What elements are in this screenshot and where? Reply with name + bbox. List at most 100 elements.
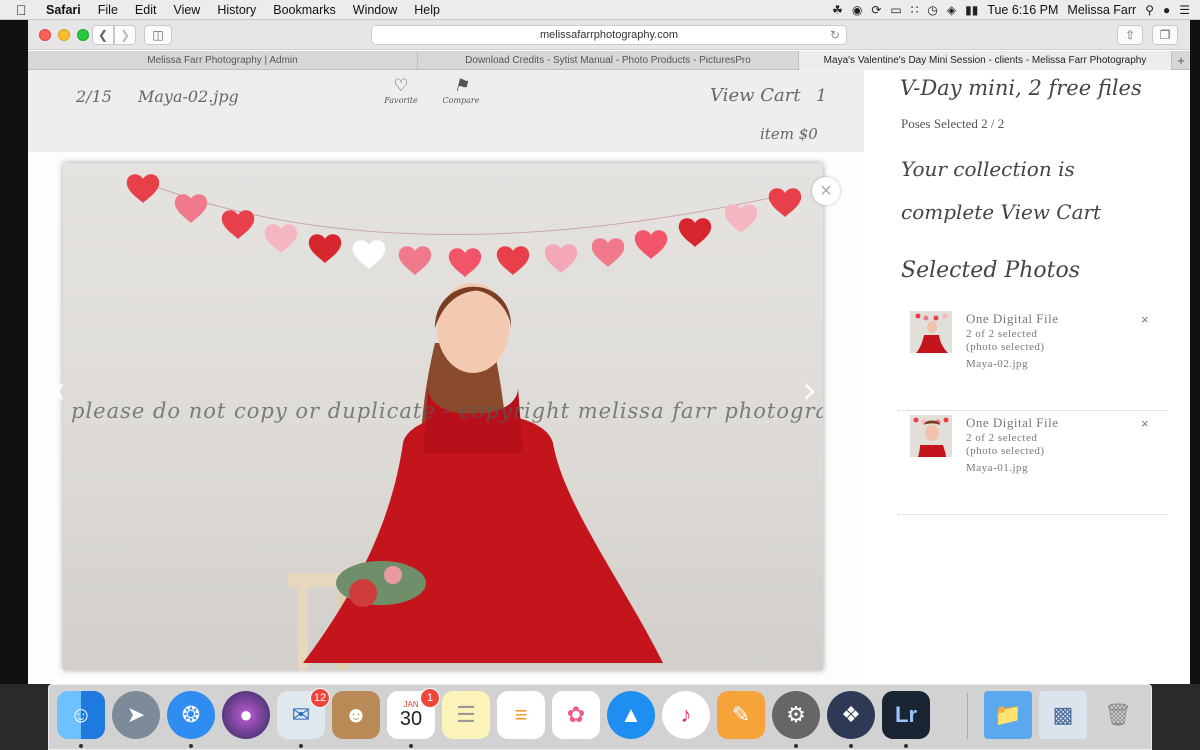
forward-button[interactable]: ❯ xyxy=(114,25,136,45)
photos-icon[interactable]: ✿ xyxy=(552,691,600,739)
lightroom-icon[interactable]: Lr xyxy=(882,691,930,739)
selected-photo-details: One Digital File 2 of 2 selected (photo … xyxy=(966,415,1059,474)
menu-edit[interactable]: Edit xyxy=(135,3,157,17)
share-icon: ⇧ xyxy=(1124,28,1136,42)
system-preferences-icon[interactable]: ⚙ xyxy=(772,691,820,739)
documents-stack-icon[interactable]: ▩ xyxy=(1039,691,1087,739)
chevron-right-icon: › xyxy=(802,368,818,412)
safari-icon[interactable]: ❂ xyxy=(167,691,215,739)
running-indicator xyxy=(189,744,193,748)
page-content: 2/15 Maya-02.jpg ♡ Favorite ⚑ Compare Vi… xyxy=(28,70,1190,684)
battery-icon[interactable]: ▮▮ xyxy=(965,3,978,17)
menu-view[interactable]: View xyxy=(173,3,200,17)
siri-icon[interactable]: ● xyxy=(1163,3,1170,17)
view-cart-link[interactable]: View Cart xyxy=(710,85,801,106)
remove-selection-button[interactable]: × xyxy=(1141,312,1149,327)
apple-menu-icon[interactable]:  xyxy=(16,2,34,18)
previous-photo-button[interactable]: ‹ xyxy=(51,368,66,412)
menubar-user[interactable]: Melissa Farr xyxy=(1067,3,1136,17)
menu-history[interactable]: History xyxy=(217,3,256,17)
finder-icon[interactable]: ☺ xyxy=(57,691,105,739)
folder-icon[interactable]: 📁 xyxy=(984,691,1032,739)
menu-file[interactable]: File xyxy=(98,3,118,17)
sidebar-icon: ◫ xyxy=(152,28,164,42)
poses-selected: Poses Selected 2 / 2 xyxy=(901,116,1005,131)
selection-count: 2 of 2 selected xyxy=(966,328,1038,340)
running-indicator xyxy=(904,744,908,748)
cart-count: 1 xyxy=(816,86,827,106)
share-button[interactable]: ⇧ xyxy=(1117,25,1143,45)
menu-bookmarks[interactable]: Bookmarks xyxy=(273,3,336,17)
launchpad-icon[interactable]: ➤ xyxy=(112,691,160,739)
evernote-icon[interactable]: ☘ xyxy=(832,3,843,17)
menu-bar:  Safari File Edit View History Bookmark… xyxy=(0,0,1200,20)
selected-photo-thumbnail[interactable] xyxy=(910,311,952,353)
next-photo-button[interactable]: › xyxy=(802,368,817,412)
running-indicator xyxy=(849,744,853,748)
address-bar[interactable]: melissafarrphotography.com ↻ xyxy=(371,25,847,45)
reload-icon[interactable]: ↻ xyxy=(830,28,840,42)
close-photo-button[interactable]: × xyxy=(812,177,840,205)
notification-center-icon[interactable]: ☰ xyxy=(1179,3,1190,17)
time-machine-icon[interactable]: ◷ xyxy=(927,3,937,17)
selection-count: 2 of 2 selected xyxy=(966,432,1038,444)
contacts-icon[interactable]: ☻ xyxy=(332,691,380,739)
siri-icon[interactable]: ● xyxy=(222,691,270,739)
close-window-button[interactable] xyxy=(39,29,51,41)
menu-safari[interactable]: Safari xyxy=(46,3,81,17)
pages-icon[interactable]: ✎ xyxy=(717,691,765,739)
menu-window[interactable]: Window xyxy=(353,3,397,17)
running-indicator xyxy=(794,744,798,748)
compare-button[interactable]: ⚑ Compare xyxy=(441,76,481,105)
sidebar-toggle-button[interactable]: ◫ xyxy=(144,25,172,45)
gallery-header: 2/15 Maya-02.jpg ♡ Favorite ⚑ Compare Vi… xyxy=(28,70,864,152)
chevron-right-icon: ❯ xyxy=(119,28,131,42)
creative-cloud-icon[interactable]: ◉ xyxy=(852,3,862,17)
trash-icon[interactable]: 🗑 xyxy=(1094,691,1142,739)
close-icon: × xyxy=(820,179,832,202)
running-indicator xyxy=(409,744,413,748)
grid-dots-icon[interactable]: ∷ xyxy=(911,3,919,17)
cart-item-total: item $0 xyxy=(760,125,818,143)
heart-icon: ♡ xyxy=(393,76,409,96)
browser-toolbar: ❮ ❯ ◫ melissafarrphotography.com ↻ ⇧ ❐ xyxy=(28,20,1190,50)
zoom-window-button[interactable] xyxy=(77,29,89,41)
aperture-icon[interactable]: ❖ xyxy=(827,691,875,739)
tab-valentines-session[interactable]: Maya's Valentine's Day Mini Session - cl… xyxy=(799,51,1172,70)
favorite-button[interactable]: ♡ Favorite xyxy=(381,76,421,105)
minimize-window-button[interactable] xyxy=(58,29,70,41)
tab-admin[interactable]: Melissa Farr Photography | Admin xyxy=(28,51,418,70)
spotlight-search-icon[interactable]: ⚲ xyxy=(1145,3,1154,17)
app-store-icon[interactable]: ▲ xyxy=(607,691,655,739)
remove-selection-button[interactable]: × xyxy=(1141,416,1149,431)
mail-icon[interactable]: ✉ 12 xyxy=(277,688,330,739)
chevron-left-icon: ❮ xyxy=(97,28,109,42)
calendar-icon[interactable]: JAN 30 1 xyxy=(387,688,440,739)
new-tab-button[interactable]: + xyxy=(1172,51,1190,70)
main-photo: please do not copy or duplicate - copyri… xyxy=(63,163,823,670)
sync-icon[interactable]: ⟳ xyxy=(871,3,881,17)
thumbnail-image xyxy=(910,415,952,457)
reminders-icon[interactable]: ≡ xyxy=(497,691,545,739)
session-title: V-Day mini, 2 free files xyxy=(900,76,1142,100)
notes-icon[interactable]: ☰ xyxy=(442,691,490,739)
selection-status: (photo selected) xyxy=(966,341,1045,353)
collection-view-cart-link[interactable]: complete View Cart xyxy=(901,191,1161,234)
photo-counter: 2/15 xyxy=(76,87,112,106)
collection-complete-message: Your collection is complete View Cart xyxy=(901,148,1161,234)
tab-download-credits[interactable]: Download Credits - Sytist Manual - Photo… xyxy=(418,51,799,70)
menu-help[interactable]: Help xyxy=(414,3,440,17)
menubar-clock[interactable]: Tue 6:16 PM xyxy=(987,3,1058,17)
tab-bar: Melissa Farr Photography | Admin Downloa… xyxy=(28,51,1190,70)
back-button[interactable]: ❮ xyxy=(92,25,114,45)
wifi-icon[interactable]: ◈ xyxy=(947,3,956,17)
copyright-watermark: please do not copy or duplicate - copyri… xyxy=(71,399,823,423)
show-tabs-button[interactable]: ❐ xyxy=(1152,25,1178,45)
selected-photo-item: One Digital File 2 of 2 selected (photo … xyxy=(898,307,1168,411)
lightroom-label: Lr xyxy=(895,702,917,727)
running-indicator xyxy=(299,744,303,748)
desktop-right-strip xyxy=(1190,20,1200,684)
itunes-icon[interactable]: ♪ xyxy=(662,691,710,739)
airplay-icon[interactable]: ▭ xyxy=(890,3,901,17)
selected-photo-thumbnail[interactable] xyxy=(910,415,952,457)
